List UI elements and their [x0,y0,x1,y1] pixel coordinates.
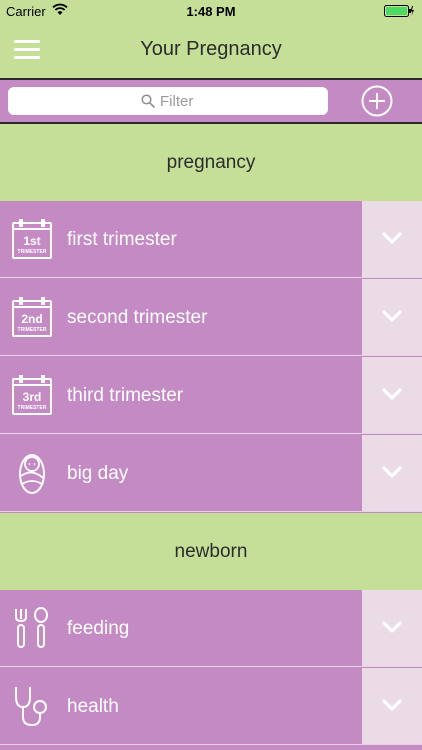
section-header-newborn: newborn [0,513,422,590]
item-label: third trimester [67,385,184,406]
section-header-pregnancy: pregnancy [0,124,422,201]
status-bar: Carrier 1:48 PM [0,0,422,22]
search-icon [141,94,155,108]
list-item-big-day[interactable]: big day [0,435,422,512]
chevron-down-icon [382,699,402,711]
item-label: feeding [67,618,130,639]
list-item-feeding[interactable]: feeding [0,590,422,667]
item-label: big day [67,463,129,484]
chevron-down-icon [382,310,402,322]
list-item-third-trimester[interactable]: 3rd TRIMESTER third trimester [0,357,422,434]
calendar-1st-trimester-icon: 1st TRIMESTER [12,219,52,259]
status-time: 1:48 PM [186,4,236,19]
item-label: first trimester [67,229,177,250]
section-title: pregnancy [166,152,256,173]
badge-top: 1st [23,234,40,248]
list-item-health[interactable]: health [0,668,422,745]
page-title: Your Pregnancy [140,38,282,60]
badge-bottom: TRIMESTER [18,249,47,255]
chevron-down-icon [382,232,402,244]
plus-circle-icon[interactable] [361,85,393,117]
calendar-2nd-trimester-icon: 2nd TRIMESTER [12,297,52,337]
calendar-3rd-trimester-icon: 3rd TRIMESTER [12,375,52,415]
filter-field[interactable] [8,87,328,115]
battery-icon [384,5,414,17]
expand-button[interactable] [362,590,422,666]
chevron-down-icon [382,621,402,633]
list-item-second-trimester[interactable]: 2nd TRIMESTER second trimester [0,279,422,356]
navigation-bar: Your Pregnancy [0,22,422,78]
expand-button[interactable] [362,279,422,355]
search-bar [0,80,422,122]
fork-spoon-icon [15,607,48,648]
badge-top: 2nd [21,312,42,326]
expand-button[interactable] [362,435,422,511]
badge-top: 3rd [23,390,42,404]
swaddled-baby-icon [19,454,45,494]
filter-input[interactable] [160,91,320,111]
item-label: health [67,696,119,717]
stethoscope-icon [15,687,47,727]
badge-bottom: TRIMESTER [18,327,47,333]
expand-button[interactable] [362,668,422,744]
expand-button[interactable] [362,201,422,277]
list-item-first-trimester[interactable]: 1st TRIMESTER first trimester [0,201,422,278]
chevron-down-icon [382,388,402,400]
badge-bottom: TRIMESTER [18,405,47,411]
chevron-down-icon [382,466,402,478]
expand-button[interactable] [362,357,422,433]
item-label: second trimester [67,307,208,328]
section-title: newborn [174,541,248,562]
